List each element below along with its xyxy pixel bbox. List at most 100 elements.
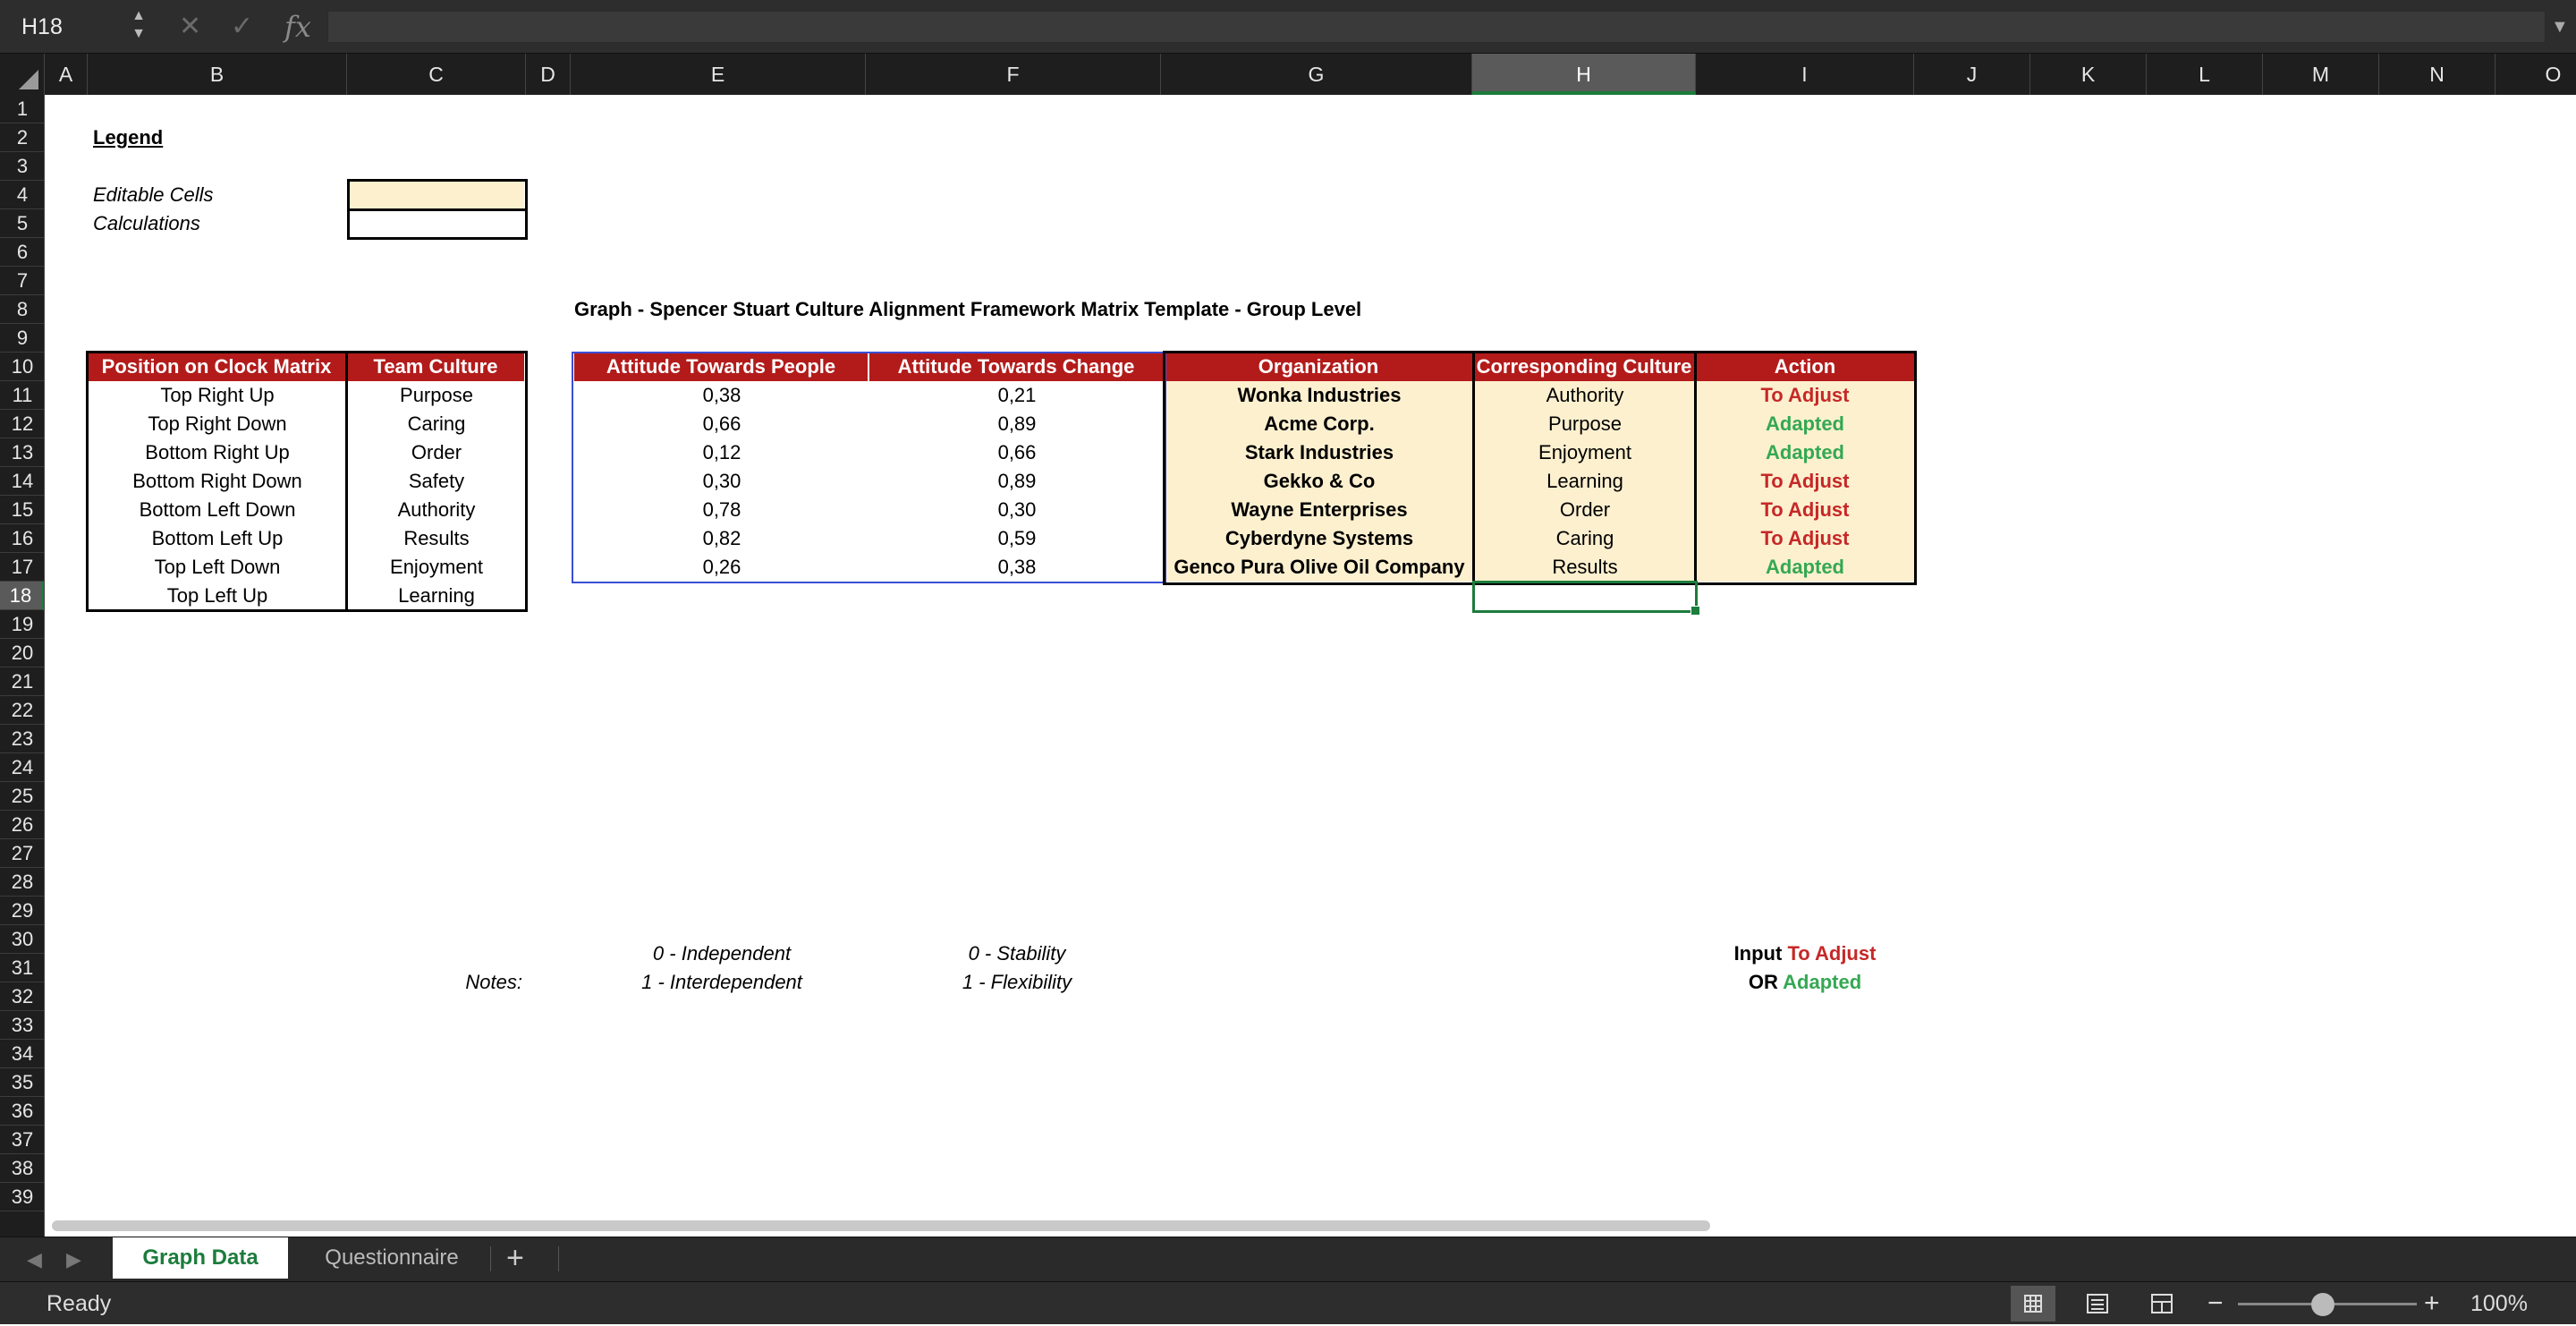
zoom-level[interactable]: 100% (2470, 1282, 2528, 1325)
organization-cell[interactable]: Wayne Enterprises (1165, 496, 1474, 524)
action-cell[interactable]: To Adjust (1696, 467, 1914, 496)
column-header[interactable]: G (1161, 54, 1472, 95)
row-header[interactable]: 36 (0, 1097, 44, 1126)
row-header[interactable]: 3 (0, 152, 44, 181)
row-header[interactable]: 14 (0, 467, 44, 496)
row-header[interactable]: 32 (0, 982, 44, 1011)
row-header[interactable]: 8 (0, 295, 44, 324)
page-break-view-icon[interactable] (2140, 1286, 2184, 1322)
column-header[interactable]: M (2263, 54, 2379, 95)
organization-cell[interactable]: Acme Corp. (1165, 410, 1474, 438)
clock-culture-cell[interactable]: Results (347, 524, 526, 553)
column-header[interactable]: N (2379, 54, 2496, 95)
row-header[interactable]: 29 (0, 897, 44, 925)
culture-cell[interactable]: Purpose (1474, 410, 1696, 438)
clock-position-cell[interactable]: Top Left Up (88, 582, 347, 610)
tab-questionnaire[interactable]: Questionnaire (304, 1237, 479, 1279)
clock-position-cell[interactable]: Bottom Right Up (88, 438, 347, 467)
culture-cell[interactable]: Results (1474, 553, 1696, 582)
clock-culture-cell[interactable]: Purpose (347, 381, 526, 410)
action-cell[interactable]: To Adjust (1696, 381, 1914, 410)
attitude-change-cell[interactable]: 0,21 (869, 381, 1165, 410)
row-header[interactable]: 20 (0, 639, 44, 667)
action-cell[interactable]: To Adjust (1696, 496, 1914, 524)
attitude-change-cell[interactable]: 0,30 (869, 496, 1165, 524)
next-sheet-icon[interactable]: ▶ (66, 1237, 81, 1282)
page-layout-view-icon[interactable] (2075, 1286, 2120, 1322)
zoom-in-icon[interactable]: + (2424, 1282, 2440, 1325)
row-header[interactable]: 19 (0, 610, 44, 639)
row-header[interactable]: 6 (0, 238, 44, 267)
culture-cell[interactable]: Caring (1474, 524, 1696, 553)
insert-function-icon[interactable]: fx (284, 9, 311, 45)
organization-cell[interactable]: Gekko & Co (1165, 467, 1474, 496)
row-header[interactable]: 28 (0, 868, 44, 897)
clock-position-cell[interactable]: Bottom Right Down (88, 467, 347, 496)
row-header[interactable]: 21 (0, 667, 44, 696)
clock-culture-cell[interactable]: Order (347, 438, 526, 467)
attitude-people-cell[interactable]: 0,66 (574, 410, 869, 438)
row-header-selected[interactable]: 18 (0, 582, 44, 610)
clock-position-cell[interactable]: Top Left Down (88, 553, 347, 582)
row-header[interactable]: 23 (0, 725, 44, 753)
row-header[interactable]: 22 (0, 696, 44, 725)
column-header[interactable]: O (2496, 54, 2576, 95)
row-header[interactable]: 7 (0, 267, 44, 295)
attitude-change-cell[interactable]: 0,66 (869, 438, 1165, 467)
row-header[interactable]: 38 (0, 1154, 44, 1183)
row-header[interactable]: 2 (0, 123, 44, 152)
name-box-stepper-icon[interactable]: ▲ ▼ (130, 7, 148, 43)
cancel-icon[interactable]: ✕ (179, 9, 201, 45)
attitude-people-cell[interactable]: 0,26 (574, 553, 869, 582)
attitude-change-cell[interactable]: 0,59 (869, 524, 1165, 553)
organization-cell[interactable]: Stark Industries (1165, 438, 1474, 467)
row-header[interactable]: 35 (0, 1068, 44, 1097)
attitude-people-cell[interactable]: 0,78 (574, 496, 869, 524)
tab-graph-data[interactable]: Graph Data (113, 1237, 288, 1279)
attitude-change-cell[interactable]: 0,89 (869, 410, 1165, 438)
row-header[interactable]: 13 (0, 438, 44, 467)
culture-cell[interactable]: Order (1474, 496, 1696, 524)
zoom-out-icon[interactable]: − (2207, 1282, 2224, 1325)
row-header[interactable]: 24 (0, 753, 44, 782)
column-header[interactable]: J (1914, 54, 2030, 95)
row-header[interactable]: 26 (0, 811, 44, 839)
confirm-icon[interactable]: ✓ (231, 9, 253, 45)
column-header[interactable]: D (526, 54, 571, 95)
row-header[interactable]: 12 (0, 410, 44, 438)
horizontal-scrollbar[interactable] (52, 1220, 1710, 1231)
column-header[interactable]: E (571, 54, 866, 95)
row-header[interactable]: 34 (0, 1040, 44, 1068)
active-cell[interactable] (1472, 581, 1700, 616)
attitude-people-cell[interactable]: 0,38 (574, 381, 869, 410)
row-header[interactable]: 16 (0, 524, 44, 553)
legend-editable-swatch[interactable] (349, 181, 524, 209)
column-header-selected[interactable]: H (1472, 54, 1696, 95)
zoom-slider-thumb[interactable] (2311, 1293, 2334, 1316)
attitude-change-cell[interactable]: 0,38 (869, 553, 1165, 582)
clock-culture-cell[interactable]: Learning (347, 582, 526, 610)
row-header[interactable]: 4 (0, 181, 44, 209)
row-header[interactable]: 37 (0, 1126, 44, 1154)
attitude-people-cell[interactable]: 0,12 (574, 438, 869, 467)
action-cell[interactable]: To Adjust (1696, 524, 1914, 553)
column-header[interactable]: L (2147, 54, 2263, 95)
clock-culture-cell[interactable]: Caring (347, 410, 526, 438)
row-header[interactable]: 1 (0, 95, 44, 123)
column-header[interactable]: I (1696, 54, 1914, 95)
action-cell[interactable]: Adapted (1696, 410, 1914, 438)
culture-cell[interactable]: Learning (1474, 467, 1696, 496)
column-header[interactable]: A (45, 54, 88, 95)
add-sheet-icon[interactable]: + (506, 1237, 524, 1279)
sheet-grid[interactable]: Legend Editable Cells Calculations Graph… (45, 95, 2576, 1237)
row-header[interactable]: 30 (0, 925, 44, 954)
clock-position-cell[interactable]: Bottom Left Down (88, 496, 347, 524)
column-header[interactable]: F (866, 54, 1161, 95)
row-header[interactable]: 15 (0, 496, 44, 524)
action-cell[interactable]: Adapted (1696, 553, 1914, 582)
row-header[interactable]: 27 (0, 839, 44, 868)
clock-position-cell[interactable]: Top Right Up (88, 381, 347, 410)
attitude-change-cell[interactable]: 0,89 (869, 467, 1165, 496)
column-header[interactable]: K (2030, 54, 2147, 95)
culture-cell[interactable]: Authority (1474, 381, 1696, 410)
